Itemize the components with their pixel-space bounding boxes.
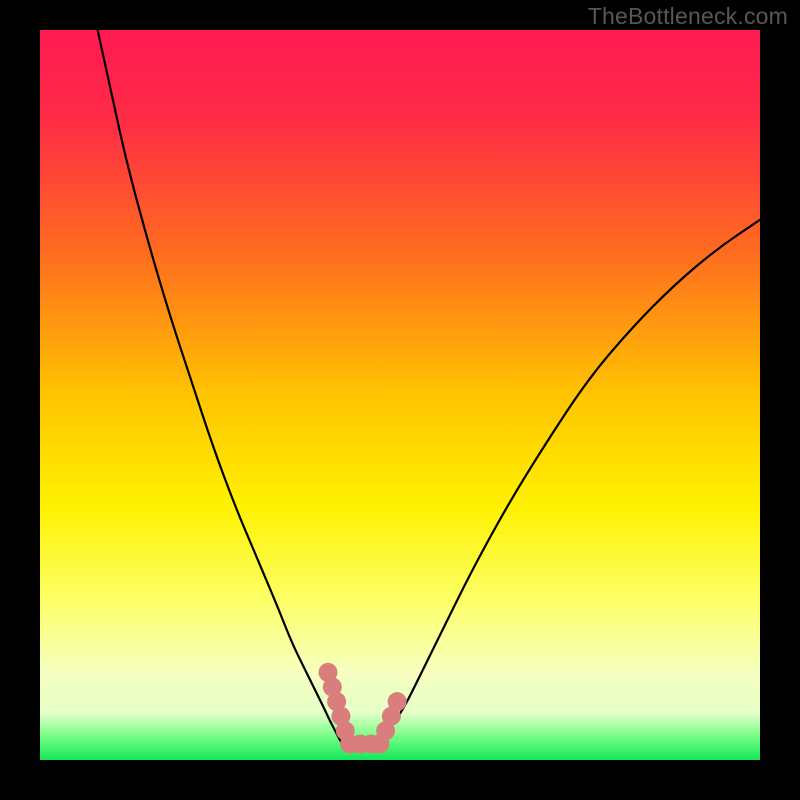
chart-svg (40, 30, 760, 760)
plot-area (40, 30, 760, 760)
gradient-background (40, 30, 760, 760)
watermark-text: TheBottleneck.com (588, 3, 788, 30)
marker-dot (388, 692, 407, 711)
chart-frame: TheBottleneck.com (0, 0, 800, 800)
